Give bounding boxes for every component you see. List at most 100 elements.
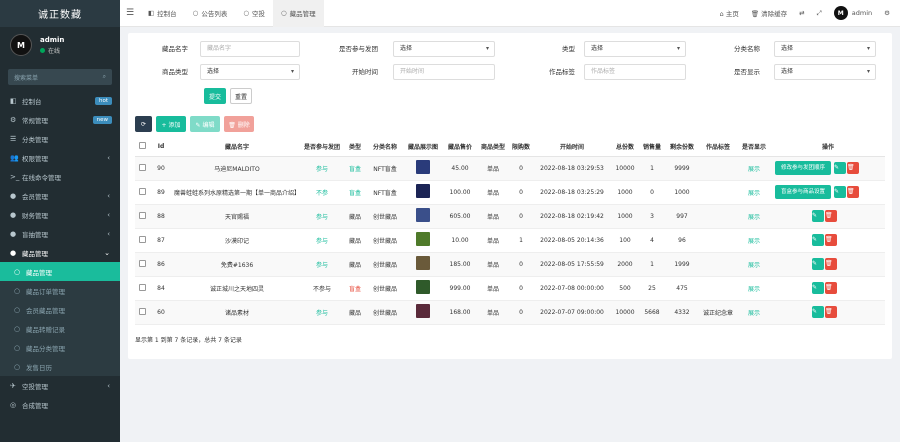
- sidebar-item-6[interactable]: ● 财务管理 ‹: [0, 205, 120, 224]
- sidebar-item-5[interactable]: ● 会员管理 ‹: [0, 186, 120, 205]
- goods-thumbnail-image[interactable]: [416, 160, 430, 174]
- row-checkbox[interactable]: [138, 163, 146, 171]
- edit-pencil-icon[interactable]: ✎: [812, 234, 824, 246]
- goods-thumbnail-image[interactable]: [416, 208, 430, 222]
- reset-button[interactable]: 重置: [230, 88, 252, 104]
- filter-type-select[interactable]: 选择 ▾: [584, 41, 686, 57]
- row-checkbox[interactable]: [138, 187, 146, 195]
- delete-button[interactable]: 🗑 删除: [224, 116, 254, 132]
- delete-trash-icon[interactable]: 🗑: [825, 234, 837, 246]
- sidebar-item-3[interactable]: 👥 权限管理 ‹: [0, 148, 120, 167]
- row-checkbox[interactable]: [138, 259, 146, 267]
- edit-pencil-icon[interactable]: ✎: [834, 186, 847, 198]
- filter-join-select[interactable]: 选择 ▾: [393, 41, 495, 57]
- goods-thumbnail-image[interactable]: [416, 304, 430, 318]
- cell-type: 盲盒: [343, 180, 367, 205]
- cell-show[interactable]: 展示: [737, 228, 771, 253]
- filter-category-select[interactable]: 选择 ▾: [774, 41, 876, 57]
- filter-tag-input[interactable]: 作品标签: [584, 64, 686, 80]
- row-action-button[interactable]: 修改参与发团顺序: [775, 161, 832, 175]
- sidebar-item-4[interactable]: >_ 在线命令管理: [0, 167, 120, 186]
- select-all-checkbox[interactable]: [138, 141, 146, 149]
- translate-icon[interactable]: ⇄: [799, 9, 804, 17]
- brand-logo[interactable]: 诚正数藏: [0, 0, 120, 27]
- filter-time-input[interactable]: 开始时间: [393, 64, 495, 80]
- table-row[interactable]: 90 马迪尼MALDITO 参与 盲盒 NFT盲盒 45.00 单品 0 2022-08-18 …: [135, 156, 885, 181]
- column-header: 类型: [343, 137, 367, 157]
- edit-pencil-icon[interactable]: ✎: [834, 162, 847, 174]
- cell-show[interactable]: 展示: [737, 204, 771, 229]
- edit-pencil-icon[interactable]: ✎: [812, 210, 824, 222]
- edit-pencil-icon[interactable]: ✎: [812, 258, 824, 270]
- filter-show-select[interactable]: 选择 ▾: [774, 64, 876, 80]
- sidebar-item-7[interactable]: ● 盲抽管理 ‹: [0, 224, 120, 243]
- goods-thumbnail-image[interactable]: [416, 184, 430, 198]
- cell-show[interactable]: 展示: [737, 276, 771, 301]
- delete-trash-icon[interactable]: 🗑: [847, 162, 860, 174]
- menu-badge: hot: [94, 96, 112, 105]
- cell-start: 2022-07-07 09:00:00: [533, 300, 611, 325]
- submit-button[interactable]: 提交: [204, 88, 226, 104]
- sidebar-item-0[interactable]: ◧ 控制台 hot: [0, 91, 120, 110]
- row-checkbox[interactable]: [138, 307, 146, 315]
- delete-trash-icon[interactable]: 🗑: [847, 186, 860, 198]
- cell-show[interactable]: 展示: [737, 252, 771, 277]
- sidebar-item-12[interactable]: ○ 藏品转赠记录: [0, 319, 120, 338]
- add-button[interactable]: + 添加: [156, 116, 186, 132]
- edit-pencil-icon[interactable]: ✎: [812, 282, 824, 294]
- sidebar-item-8[interactable]: ● 藏品管理 ⌄: [0, 243, 120, 262]
- sidebar-item-13[interactable]: ○ 藏品分类管理: [0, 338, 120, 357]
- table-row[interactable]: 88 天官赐福 参与 藏品 创世藏品 605.00 单品 0 2022-08-18 02:19:…: [135, 204, 885, 229]
- edit-button[interactable]: ✎ 编辑: [190, 116, 220, 132]
- home-link[interactable]: ⌂ 主页: [720, 8, 739, 18]
- filter-name-input[interactable]: 藏品名字: [200, 41, 300, 57]
- sidebar-item-1[interactable]: ⚙ 常规管理 new: [0, 110, 120, 129]
- tab-3[interactable]: ○ 藏品管理: [273, 0, 324, 27]
- row-checkbox[interactable]: [138, 235, 146, 243]
- table-row[interactable]: 89 魔兽蛙蛙系列水原精选第一期【单一商品介绍】 不参 盲盒 NFT盲盒 100.00 单品…: [135, 180, 885, 205]
- cell-start: 2022-08-18 03:29:53: [533, 156, 611, 181]
- delete-trash-icon[interactable]: 🗑: [825, 282, 837, 294]
- sidebar-item-10[interactable]: ○ 藏品订单管理: [0, 281, 120, 300]
- table-row[interactable]: 86 免费#1636 参与 藏品 创世藏品 185.00 单品 0 2022-08-05 17:…: [135, 252, 885, 277]
- goods-thumbnail-image[interactable]: [416, 280, 430, 294]
- refresh-button[interactable]: ⟳: [135, 116, 152, 132]
- row-action-button[interactable]: 盲盒参与商品设置: [775, 185, 832, 199]
- delete-trash-icon[interactable]: 🗑: [825, 258, 837, 270]
- cell-category: NFT盲盒: [367, 180, 403, 205]
- delete-trash-icon[interactable]: 🗑: [825, 306, 837, 318]
- tab-0[interactable]: ◧ 控制台: [140, 0, 185, 27]
- menu-toggle-icon[interactable]: ☰: [120, 8, 140, 18]
- filter-goods-type-select[interactable]: 选择 ▾: [200, 64, 300, 80]
- sidebar-item-2[interactable]: ☰ 分类管理: [0, 129, 120, 148]
- row-checkbox[interactable]: [138, 211, 146, 219]
- goods-thumbnail-image[interactable]: [416, 256, 430, 270]
- sidebar-item-11[interactable]: ○ 会员藏品管理: [0, 300, 120, 319]
- column-header[interactable]: [135, 137, 149, 157]
- delete-trash-icon[interactable]: 🗑: [825, 210, 837, 222]
- cell-thumb: [403, 156, 443, 181]
- cell-operations: ✎ 🗑: [771, 276, 885, 301]
- edit-pencil-icon[interactable]: ✎: [812, 306, 824, 318]
- table-row[interactable]: 87 沙漠印记 参与 藏品 创世藏品 10.00 单品 1 2022-08-05 20:14:3…: [135, 228, 885, 253]
- table-row[interactable]: 84 诚正城川之天地四灵 不参与 盲盒 创世藏品 999.00 单品 0 2022-07-08 …: [135, 276, 885, 301]
- goods-thumbnail-image[interactable]: [416, 232, 430, 246]
- tab-1[interactable]: ○ 公告列表: [185, 0, 236, 27]
- tab-2[interactable]: ○ 空投: [235, 0, 273, 27]
- table-row[interactable]: 60 诸品素材 参与 藏品 创世藏品 168.00 单品 0 2022-07-07 09:00:…: [135, 300, 885, 325]
- cell-show[interactable]: 展示: [737, 300, 771, 325]
- fullscreen-icon[interactable]: ⤢: [817, 9, 822, 18]
- sidebar-search-input[interactable]: 搜索菜单 ⌕: [8, 69, 112, 85]
- row-checkbox[interactable]: [138, 283, 146, 291]
- settings-gear-icon[interactable]: ⚙: [884, 9, 890, 17]
- cell-show[interactable]: 展示: [737, 180, 771, 205]
- sidebar-item-16[interactable]: ◎ 合成管理: [0, 395, 120, 414]
- sidebar-item-14[interactable]: ○ 发售日历: [0, 357, 120, 376]
- cell-limit: 0: [509, 156, 533, 181]
- sidebar-item-9[interactable]: ○ 藏品管理: [0, 262, 120, 281]
- sidebar-item-15[interactable]: ✈ 空投管理 ‹: [0, 376, 120, 395]
- search-icon[interactable]: ⌕: [103, 73, 106, 81]
- top-user[interactable]: Madmin: [833, 6, 872, 20]
- cell-show[interactable]: 展示: [737, 156, 771, 181]
- clear-cache-button[interactable]: 🗑 清除缓存: [751, 8, 787, 18]
